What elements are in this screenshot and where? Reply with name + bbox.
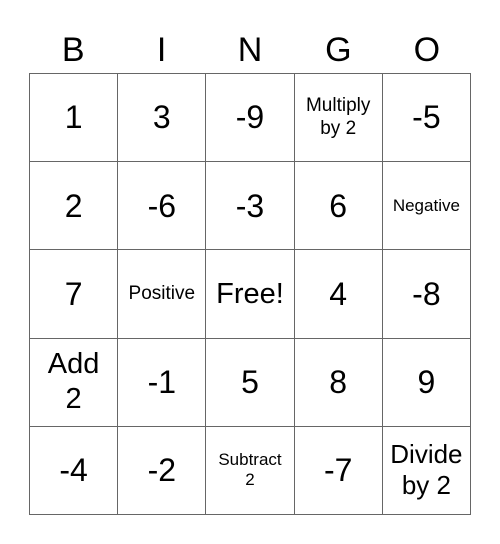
bingo-cell[interactable]: Add 2 xyxy=(30,338,119,427)
cell-text: Divide by 2 xyxy=(390,439,463,501)
bingo-cell[interactable]: 1 xyxy=(30,74,119,163)
cell-text: 1 xyxy=(64,99,83,136)
cell-text: -5 xyxy=(412,99,441,136)
cell-text: -6 xyxy=(147,187,177,224)
bingo-cell[interactable]: Divide by 2 xyxy=(382,426,471,515)
cell-text: 3 xyxy=(152,99,171,136)
cell-text: 7 xyxy=(64,275,83,312)
header-letter: I xyxy=(156,30,167,69)
cell-text: -9 xyxy=(235,99,265,136)
bingo-cell[interactable]: -2 xyxy=(118,426,207,515)
cell-text: -7 xyxy=(323,452,353,489)
bingo-cell[interactable]: -9 xyxy=(206,74,295,163)
cell-text: 9 xyxy=(417,364,436,400)
bingo-cell[interactable]: -7 xyxy=(294,426,383,515)
cell-text: -2 xyxy=(147,452,177,489)
cell-text: 8 xyxy=(329,364,348,400)
bingo-cell[interactable]: -1 xyxy=(118,338,207,427)
header-letter: N xyxy=(237,30,263,69)
bingo-cell[interactable]: 7 xyxy=(30,250,119,339)
cell-text: -1 xyxy=(147,364,177,400)
cell-text: Multiply by 2 xyxy=(305,94,371,139)
bingo-cell[interactable]: -6 xyxy=(118,162,207,251)
header-letter: O xyxy=(413,30,441,69)
header-letter: G xyxy=(325,30,352,69)
cell-text: -8 xyxy=(412,275,441,312)
bingo-cell[interactable]: 9 xyxy=(382,338,471,427)
bingo-cell[interactable]: -3 xyxy=(206,162,295,251)
cell-text: -4 xyxy=(59,452,88,489)
bingo-cell[interactable]: 4 xyxy=(294,250,383,339)
cell-text: 4 xyxy=(329,275,348,312)
bingo-grid: 1 3 -9 Multiply by 2 -5 2 -6 -3 6 Negative 7 Positiv… xyxy=(29,73,471,515)
bingo-cell[interactable]: Multiply by 2 xyxy=(294,74,383,163)
cell-text: Add 2 xyxy=(47,348,100,416)
cell-text: 5 xyxy=(241,364,259,400)
cell-text: Free! xyxy=(216,277,284,310)
header-letter: B xyxy=(61,30,85,69)
bingo-cell[interactable]: Positive xyxy=(118,250,207,339)
bingo-header: B I N G O xyxy=(29,28,471,72)
cell-text: -3 xyxy=(235,187,265,224)
bingo-cell[interactable]: 5 xyxy=(206,338,295,427)
bingo-cell[interactable]: -4 xyxy=(30,426,119,515)
cell-text: 2 xyxy=(64,187,83,224)
bingo-cell[interactable]: -5 xyxy=(382,74,471,163)
bingo-cell[interactable]: 8 xyxy=(294,338,383,427)
bingo-cell[interactable]: Free! xyxy=(206,250,295,339)
bingo-cell[interactable]: 2 xyxy=(30,162,119,251)
cell-text: Positive xyxy=(128,282,196,304)
bingo-cell[interactable]: Negative xyxy=(382,162,471,251)
cell-text: 6 xyxy=(329,187,348,224)
cell-text: Subtract 2 xyxy=(218,450,282,490)
bingo-cell[interactable]: 3 xyxy=(118,74,207,163)
bingo-cell[interactable]: Subtract 2 xyxy=(206,426,295,515)
bingo-cell[interactable]: 6 xyxy=(294,162,383,251)
bingo-cell[interactable]: -8 xyxy=(382,250,471,339)
cell-text: Negative xyxy=(392,195,460,215)
